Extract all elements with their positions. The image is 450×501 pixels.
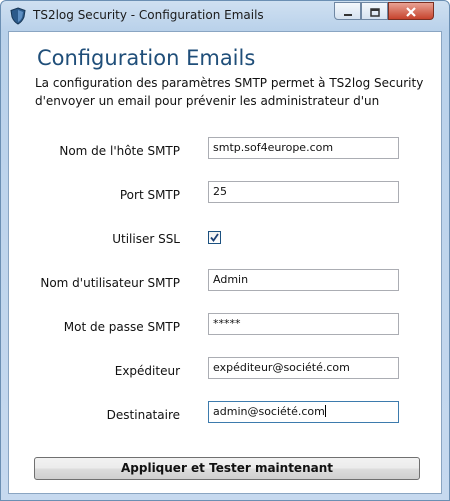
content-panel: Configuration Emails La configuration de… xyxy=(8,31,442,494)
app-window: TS2log Security - Configuration Emails C… xyxy=(0,0,450,501)
page-description: La configuration des paramètres SMTP per… xyxy=(35,76,424,108)
sender-email-field[interactable]: expéditeur@société.com xyxy=(208,357,399,379)
recipient-email-field[interactable]: admin@société.com xyxy=(208,401,399,423)
shield-icon xyxy=(10,7,26,25)
maximize-button[interactable] xyxy=(361,2,388,20)
ssl-label: Utiliser SSL xyxy=(112,232,180,246)
port-label: Port SMTP xyxy=(119,188,180,202)
text-cursor xyxy=(324,405,326,417)
smtp-port-field[interactable]: 25 xyxy=(208,181,399,203)
password-label: Mot de passe SMTP xyxy=(63,320,180,334)
minimize-icon xyxy=(343,2,353,21)
page-title: Configuration Emails xyxy=(37,46,256,70)
window-title: TS2log Security - Configuration Emails xyxy=(33,8,264,22)
smtp-username-field[interactable]: Admin xyxy=(208,269,399,291)
recipient-email-value: admin@société.com xyxy=(213,405,325,418)
smtp-host-field[interactable]: smtp.sof4europe.com xyxy=(208,137,399,159)
close-icon xyxy=(405,2,417,21)
recipient-label: Destinataire xyxy=(106,408,180,422)
apply-and-test-button[interactable]: Appliquer et Tester maintenant xyxy=(34,457,420,480)
close-button[interactable] xyxy=(388,2,434,20)
title-bar[interactable]: TS2log Security - Configuration Emails xyxy=(1,1,449,31)
smtp-password-field[interactable]: ***** xyxy=(208,313,399,335)
username-label: Nom d'utilisateur SMTP xyxy=(40,276,180,290)
ssl-checkbox[interactable] xyxy=(208,231,221,244)
maximize-icon xyxy=(369,2,380,21)
sender-label: Expéditeur xyxy=(114,364,180,378)
host-label: Nom de l'hôte SMTP xyxy=(59,144,180,158)
minimize-button[interactable] xyxy=(334,2,361,20)
